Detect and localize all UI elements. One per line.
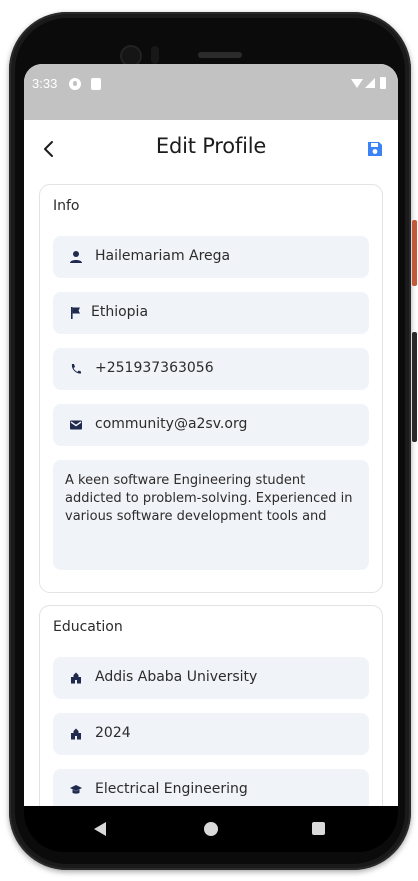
mail-icon (70, 420, 82, 430)
wifi-icon (351, 79, 363, 88)
info-card: Info Hailemariam Arega Ethiopia +2519373… (39, 184, 383, 593)
power-button (412, 220, 417, 286)
education-card: Education Addis Ababa University 2024 El… (39, 605, 383, 806)
battery-icon (380, 77, 386, 89)
speaker-grille (198, 52, 242, 58)
country-value: Ethiopia (91, 304, 149, 320)
volume-button (412, 332, 417, 442)
country-field[interactable]: Ethiopia (53, 292, 369, 334)
school-icon (71, 728, 81, 740)
app-bar: Edit Profile (24, 120, 398, 176)
phone-value: +251937363056 (95, 360, 214, 376)
year-field[interactable]: 2024 (53, 713, 369, 755)
phone-field[interactable]: +251937363056 (53, 348, 369, 390)
status-bar: 3:33 (24, 64, 398, 120)
bio-textarea[interactable]: A keen software Engineering student addi… (53, 460, 369, 570)
system-nav-bar (24, 806, 398, 852)
nav-home-icon[interactable] (204, 822, 218, 836)
school-value: Addis Ababa University (95, 669, 258, 685)
signal-icon (365, 78, 375, 88)
app-screen: 3:33 Edit Profile Info Hailemariam Arega (24, 64, 398, 806)
nav-back-icon[interactable] (94, 822, 106, 836)
sensor-icon (151, 46, 159, 64)
flag-icon (71, 307, 80, 319)
page-title: Edit Profile (155, 134, 267, 158)
person-icon (70, 251, 82, 263)
email-value: community@a2sv.org (95, 416, 248, 432)
nav-recents-icon[interactable] (312, 822, 325, 835)
bio-value: A keen software Engineering student addi… (65, 473, 353, 524)
graduation-cap-icon (70, 785, 82, 794)
year-value: 2024 (95, 725, 131, 741)
name-field[interactable]: Hailemariam Arega (53, 236, 369, 278)
status-time: 3:33 (32, 76, 58, 91)
school-icon (71, 672, 81, 684)
sd-card-icon (91, 78, 101, 90)
field-of-study-value: Electrical Engineering (95, 781, 248, 797)
phone-icon (71, 364, 81, 374)
school-field[interactable]: Addis Ababa University (53, 657, 369, 699)
info-section-title: Info (53, 198, 80, 214)
save-icon[interactable] (366, 140, 384, 158)
email-field[interactable]: community@a2sv.org (53, 404, 369, 446)
education-section-title: Education (53, 619, 123, 635)
notification-icon (69, 78, 81, 90)
field-of-study-field[interactable]: Electrical Engineering (53, 769, 369, 806)
name-value: Hailemariam Arega (95, 248, 231, 264)
